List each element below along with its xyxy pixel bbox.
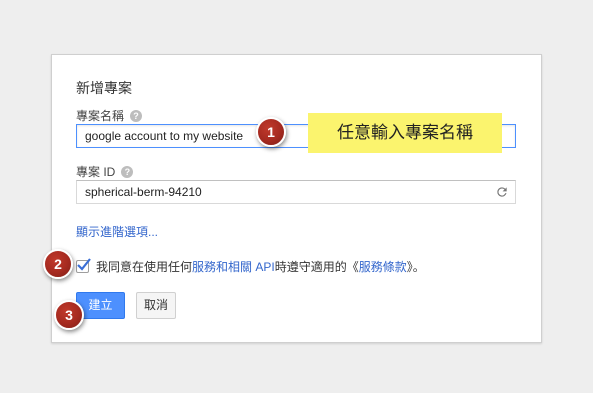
- agree-text-middle: 時遵守適用的《: [274, 260, 359, 274]
- project-id-input[interactable]: spherical-berm-94210: [76, 180, 516, 204]
- agree-text-before: 我同意在使用任何: [96, 260, 193, 274]
- services-link[interactable]: 服務和相關 API: [192, 258, 275, 275]
- step-1-marker: 1: [256, 117, 286, 147]
- agree-text-after: 》。: [406, 260, 425, 274]
- project-name-label-text: 專案名稱: [76, 109, 125, 123]
- annotation-note: 任意輸入專案名稱: [308, 113, 502, 153]
- step-3-marker: 3: [54, 300, 84, 330]
- project-id-label: 專案 ID ?: [76, 163, 134, 180]
- dialog-title: 新增專案: [76, 80, 132, 96]
- help-icon[interactable]: ?: [121, 165, 134, 178]
- help-icon[interactable]: ?: [130, 109, 143, 122]
- terms-link[interactable]: 服務條款: [359, 258, 407, 275]
- agree-checkbox[interactable]: [76, 258, 91, 273]
- project-id-label-text: 專案 ID: [76, 165, 116, 179]
- show-advanced-options-link[interactable]: 顯示進階選項...: [76, 223, 158, 240]
- checkmark-icon: [77, 258, 91, 271]
- terms-agreement: 我同意在使用任何 服務和相關 API 時遵守適用的《 服務條款 》。: [76, 258, 425, 275]
- project-name-label: 專案名稱 ?: [76, 107, 143, 124]
- project-id-value: spherical-berm-94210: [85, 185, 202, 199]
- cancel-button[interactable]: 取消: [136, 292, 176, 319]
- new-project-dialog: 新增專案 專案名稱 ? google account to my website…: [51, 54, 542, 343]
- step-2-marker: 2: [43, 249, 73, 279]
- refresh-icon[interactable]: [495, 185, 509, 199]
